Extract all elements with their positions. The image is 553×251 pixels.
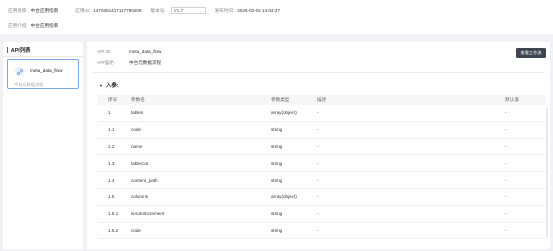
cell-param-name: content_path <box>131 177 158 183</box>
params-table: 序号 参数名 参数类型 描述 默认值 1 tables array(object) -… <box>98 95 546 240</box>
header-param-type: 参数类型 <box>271 97 290 102</box>
cell-param-name: columns <box>131 194 149 200</box>
cell-param-type: string <box>271 143 283 149</box>
cell-default-value: - <box>505 143 507 149</box>
table-body: 1 tables array(object) - -1.1 code string - -1.2… <box>98 105 546 240</box>
app-intro-label: 应用介绍: <box>8 22 28 28</box>
api-link-icon <box>15 67 24 76</box>
table-header: 序号 参数名 参数类型 描述 默认值 <box>98 95 546 105</box>
cell-description: - <box>317 127 319 133</box>
header-description: 描述 <box>317 97 327 102</box>
version-label: 版本号: <box>150 7 166 13</box>
cell-description: - <box>317 177 319 183</box>
cell-param-type: string <box>271 127 283 133</box>
publish-time-value: 2026-03-02 14:04:27 <box>237 8 280 13</box>
cell-param-name: isAutoIncrement <box>131 211 165 217</box>
api-list-title-text: API列表 <box>10 48 31 54</box>
version-select[interactable]: V1.7 ⌵ <box>170 7 206 14</box>
table-row: 1.3 tableCat string - - <box>98 155 546 173</box>
api-desc-label: API描述: <box>97 60 115 65</box>
table-row: 1.2 name string - - <box>98 139 546 156</box>
cell-param-name: code <box>131 127 141 133</box>
cell-default-value: - <box>505 160 507 166</box>
api-item-desc: 中台元数据流程 <box>14 82 44 87</box>
cell-index: 1.5.1 <box>108 211 119 217</box>
cell-param-type: string <box>271 211 283 217</box>
cell-description: - <box>317 160 319 166</box>
table-row: 1.5 columns array(object) - - <box>98 189 546 206</box>
api-id-label: API ID: <box>97 49 112 54</box>
app-id-label: 应用ID: <box>75 7 91 13</box>
cell-param-type: array(object) <box>271 110 297 116</box>
cell-param-type: string <box>271 227 283 233</box>
table-row: 1.1 code string - - <box>98 122 546 139</box>
cell-index: 1.3 <box>108 160 115 166</box>
cell-description: - <box>317 211 319 217</box>
cell-param-type: array(object) <box>271 194 297 200</box>
cell-description: - <box>317 194 319 200</box>
scrollbar[interactable] <box>545 108 548 238</box>
cell-index: 1.1 <box>108 127 115 133</box>
cell-param-name: tables <box>131 110 144 116</box>
cell-default-value: - <box>505 211 507 217</box>
app-name-value: 中台应用指南 <box>30 7 59 13</box>
api-detail-panel: API ID: meta_data_flow API描述: 中台元数据流程 查看… <box>87 42 550 249</box>
cell-index: 1.5.2 <box>108 227 119 233</box>
api-list-panel: API列表 meta_data_flow 中台元数据流程 <box>3 42 83 249</box>
cell-param-name: name <box>131 143 143 149</box>
table-row: 1 tables array(object) - - <box>98 105 546 122</box>
cell-default-value: - <box>505 110 507 116</box>
version-value: V1.7 <box>173 8 184 13</box>
cell-index: 1.2 <box>108 143 115 149</box>
api-list-title: API列表 <box>7 46 31 54</box>
caret-down-icon: ▼ <box>99 82 103 88</box>
api-list-item-meta-data-flow[interactable]: meta_data_flow 中台元数据流程 <box>7 59 79 89</box>
api-id-field: API ID: meta_data_flow <box>97 49 161 54</box>
publish-time-label: 发布时间: <box>214 7 235 13</box>
api-item-name: meta_data_flow <box>30 68 63 73</box>
cell-default-value: - <box>505 177 507 183</box>
table-row: 1.4 content_path string - - <box>98 172 546 189</box>
app-intro-row: 应用介绍: 中台应用指南 <box>8 21 58 30</box>
app-intro-value: 中台应用指南 <box>30 22 59 28</box>
app-info-row: 应用名称: 中台应用指南 应用ID: 1470361417117790208 版… <box>8 6 280 15</box>
header-index: 序号 <box>108 97 118 102</box>
view-workflow-button[interactable]: 查看工作流 <box>516 48 546 58</box>
api-desc-field: API描述: 中台元数据流程 <box>97 60 161 66</box>
title-accent-bar <box>7 47 9 53</box>
input-params-section-toggle[interactable]: ▼ 入参: <box>99 81 119 90</box>
cell-param-name: code <box>131 227 141 233</box>
app-id-value: 1470361417117790208 <box>93 8 142 13</box>
cell-description: - <box>317 143 319 149</box>
cell-default-value: - <box>505 227 507 233</box>
header-default-value: 默认值 <box>505 97 519 102</box>
chevron-down-icon: ⌵ <box>199 8 203 13</box>
api-id-value: meta_data_flow <box>129 49 162 54</box>
cell-index: 1 <box>108 110 111 116</box>
table-row: 1.5.2 code string - - <box>98 223 546 240</box>
cell-index: 1.4 <box>108 177 115 183</box>
section-title: 入参: <box>105 83 119 89</box>
cell-description: - <box>317 110 319 116</box>
app-name-label: 应用名称: <box>8 7 28 13</box>
cell-param-type: string <box>271 177 283 183</box>
divider <box>3 56 83 57</box>
header-param-name: 参数名 <box>131 97 145 102</box>
cell-index: 1.5 <box>108 194 115 200</box>
api-desc-value: 中台元数据流程 <box>129 60 162 65</box>
app-info-bar: 应用名称: 中台应用指南 应用ID: 1470361417117790208 版… <box>0 0 553 34</box>
cell-description: - <box>317 227 319 233</box>
cell-param-name: tableCat <box>131 160 149 166</box>
cell-default-value: - <box>505 127 507 133</box>
cell-param-type: string <box>271 160 283 166</box>
divider <box>93 72 545 73</box>
table-row: 1.5.1 isAutoIncrement string - - <box>98 206 546 223</box>
cell-default-value: - <box>505 194 507 200</box>
